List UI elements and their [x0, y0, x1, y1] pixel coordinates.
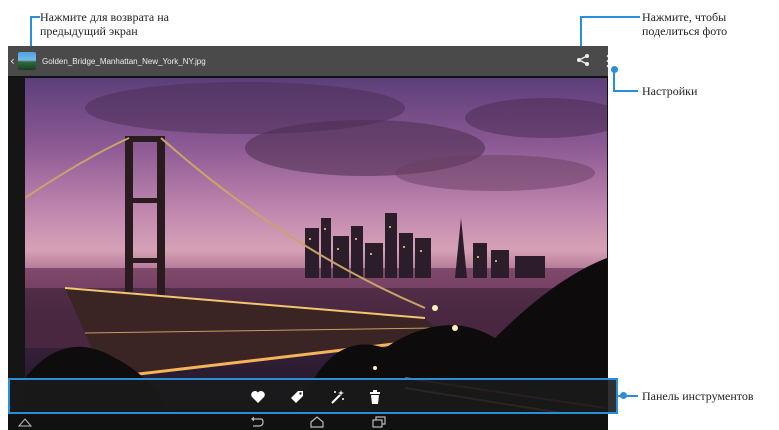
settings-callout-dot	[611, 66, 618, 73]
toolbar-callout-text: Панель инструментов	[642, 389, 754, 403]
trash-icon[interactable]	[367, 389, 383, 405]
bottom-toolbar	[8, 378, 618, 414]
settings-callout-line-h	[613, 90, 638, 92]
photo-left-margin	[8, 78, 25, 422]
overflow-menu-icon[interactable]	[606, 54, 608, 68]
top-bar: ‹ Golden_Bridge_Manhattan_New_York_NY.jp…	[8, 46, 608, 76]
home-up-icon[interactable]	[18, 416, 32, 428]
home-icon[interactable]	[310, 416, 324, 428]
favorite-icon[interactable]	[250, 389, 266, 405]
back-callout-text: Нажмите для возврата на предыдущий экран	[40, 10, 169, 38]
system-nav-bar	[8, 414, 608, 430]
file-name: Golden_Bridge_Manhattan_New_York_NY.jpg	[42, 56, 206, 66]
magic-wand-icon[interactable]	[329, 389, 345, 405]
settings-callout-line-v	[613, 70, 615, 92]
device-screen: ‹ Golden_Bridge_Manhattan_New_York_NY.jp…	[8, 46, 608, 429]
back-callout-line-v	[30, 16, 32, 50]
settings-callout-text: Настройки	[642, 84, 698, 98]
share-callout-line-v	[580, 16, 582, 50]
back-chevron-icon[interactable]: ‹	[10, 54, 18, 68]
recent-apps-icon[interactable]	[372, 416, 386, 428]
back-icon[interactable]	[250, 416, 264, 428]
gallery-thumbnail-icon[interactable]	[18, 52, 36, 70]
share-callout-text: Нажмите, чтобы поделиться фото	[642, 10, 728, 38]
tag-icon[interactable]	[289, 389, 305, 405]
share-callout-line-h	[580, 16, 640, 18]
toolbar-callout-dot	[620, 392, 627, 399]
photo-image	[25, 78, 607, 422]
photo-scene	[25, 82, 607, 422]
share-icon[interactable]	[575, 52, 591, 68]
